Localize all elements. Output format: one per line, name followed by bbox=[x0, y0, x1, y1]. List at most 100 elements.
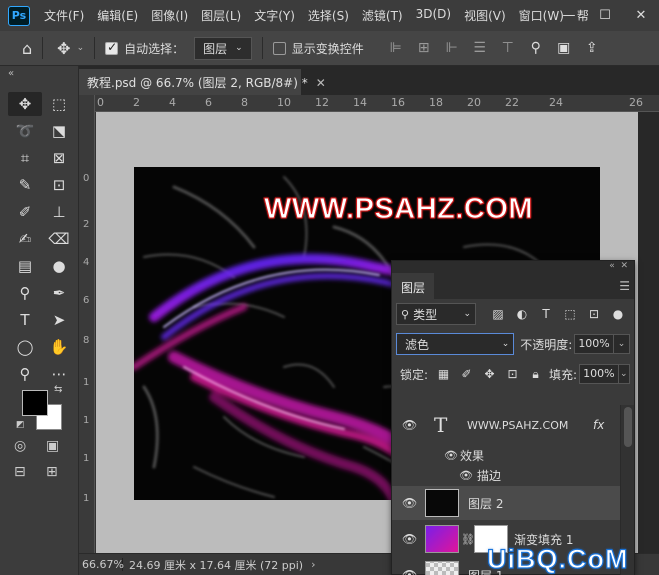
brush-tool-icon[interactable]: ✐ bbox=[8, 200, 42, 224]
adjustment-filter-icon[interactable]: ◐ bbox=[510, 307, 534, 321]
layer-row-selected[interactable]: 👁︎ 图层 2 bbox=[392, 486, 622, 520]
crop-tool-icon[interactable]: ⌗ bbox=[8, 146, 42, 170]
menu-edit[interactable]: 编辑(E) bbox=[97, 7, 138, 24]
visibility-eye-icon[interactable]: 👁︎ bbox=[402, 418, 417, 432]
menu-file[interactable]: 文件(F) bbox=[44, 7, 84, 24]
ruler-tick: 20 bbox=[467, 96, 481, 109]
menu-select[interactable]: 选择(S) bbox=[308, 7, 349, 24]
chevron-down-icon[interactable]: ⌄ bbox=[77, 43, 85, 53]
history-brush-icon[interactable]: ✍ bbox=[8, 227, 42, 251]
type-tool-icon[interactable]: T bbox=[8, 308, 42, 332]
pen-tool-icon[interactable]: ✒ bbox=[42, 281, 76, 305]
panel-menu-icon[interactable]: ☰ bbox=[619, 279, 630, 293]
object-select-tool-icon[interactable]: ⬔ bbox=[42, 119, 76, 143]
lasso-tool-icon[interactable]: ➰ bbox=[8, 119, 42, 143]
show-transform-checkbox[interactable] bbox=[272, 41, 286, 55]
visibility-eye-icon[interactable]: 👁︎ bbox=[444, 449, 458, 462]
zoom-level[interactable]: 66.67% bbox=[79, 558, 124, 571]
swap-colors-icon[interactable]: ⇆ bbox=[54, 384, 62, 395]
blur-tool-icon[interactable]: ● bbox=[42, 254, 76, 278]
default-colors-icon[interactable]: ◩ bbox=[16, 420, 25, 430]
document-tab[interactable]: 教程.psd @ 66.7% (图层 2, RGB/8#) * ✕ bbox=[79, 69, 326, 95]
maximize-button[interactable]: ☐ bbox=[587, 8, 623, 23]
eraser-tool-icon[interactable]: ⌫ bbox=[42, 227, 76, 251]
vertical-ruler[interactable]: 0 2 4 6 8 1 1 1 1 bbox=[79, 95, 95, 553]
patch-tool-icon[interactable]: ⊡ bbox=[42, 173, 76, 197]
lock-transparency-icon[interactable]: ▦ bbox=[432, 367, 455, 382]
filter-toggle-icon[interactable]: ● bbox=[606, 307, 630, 321]
layer-effects-row[interactable]: 👁︎ 效果 bbox=[392, 445, 622, 465]
visibility-eye-icon[interactable]: 👁︎ bbox=[402, 532, 417, 546]
move-tool-icon[interactable]: ✥ bbox=[8, 92, 42, 116]
blend-mode-select[interactable]: 滤色 ⌄ bbox=[396, 333, 515, 355]
share-icon[interactable]: ⇪ bbox=[578, 40, 606, 56]
lock-all-icon[interactable]: 🔒︎ bbox=[524, 367, 547, 382]
chevron-down-icon[interactable]: ⌄ bbox=[618, 364, 630, 384]
scrollbar-thumb[interactable] bbox=[624, 407, 632, 447]
minimize-button[interactable]: — bbox=[551, 8, 587, 23]
hand-tool-icon[interactable]: ✋ bbox=[42, 335, 76, 359]
menu-3d[interactable]: 3D(D) bbox=[416, 7, 451, 24]
menu-filter[interactable]: 滤镜(T) bbox=[362, 7, 403, 24]
quick-mask-icon[interactable]: ◎ bbox=[14, 438, 26, 454]
stamp-tool-icon[interactable]: ⊥ bbox=[42, 200, 76, 224]
lock-pixels-icon[interactable]: ✐ bbox=[455, 367, 478, 382]
search-icon[interactable]: ⚲ bbox=[522, 40, 550, 56]
status-arrow-icon[interactable]: › bbox=[311, 558, 315, 571]
menu-layer[interactable]: 图层(L) bbox=[201, 7, 241, 24]
visibility-eye-icon[interactable]: 👁︎ bbox=[402, 568, 417, 575]
ellipse-tool-icon[interactable]: ◯ bbox=[8, 335, 42, 359]
layer-effect-stroke-row[interactable]: 👁︎ 描边 bbox=[392, 465, 622, 485]
document-tab-bar: 教程.psd @ 66.7% (图层 2, RGB/8#) * ✕ bbox=[79, 66, 659, 95]
fx-icon[interactable]: fx bbox=[593, 418, 604, 432]
horizontal-ruler[interactable]: 0 2 4 6 8 10 12 14 16 18 20 22 24 26 bbox=[95, 95, 659, 112]
align-top-icon[interactable]: ⊤ bbox=[494, 40, 522, 56]
layer-kind-filter[interactable]: ⚲ 类型 ⌄ bbox=[396, 303, 476, 325]
align-center-icon[interactable]: ⊞ bbox=[410, 40, 438, 56]
align-left-icon[interactable]: ⊫ bbox=[382, 40, 410, 56]
chevron-down-icon[interactable]: ⌄ bbox=[614, 334, 630, 354]
opacity-input[interactable]: 100% bbox=[574, 334, 615, 354]
distribute-icon[interactable]: ☰ bbox=[466, 40, 494, 56]
lock-position-icon[interactable]: ✥ bbox=[478, 367, 501, 382]
close-tab-icon[interactable]: ✕ bbox=[316, 76, 326, 90]
edit-toolbar-icon[interactable]: ⊟ bbox=[14, 464, 26, 480]
tools-panel: « ✥ ⬚ ➰ ⬔ ⌗ ⊠ ✎ ⊡ ✐ ⊥ ✍ ⌫ ▤ ● ⚲ ✒ T ➤ ◯ … bbox=[0, 66, 79, 575]
more-tools-icon[interactable]: ⋯ bbox=[42, 362, 76, 386]
auto-select-dropdown[interactable]: 图层 ⌄ bbox=[194, 36, 252, 60]
photoshop-logo: Ps bbox=[8, 5, 30, 26]
tab-layers[interactable]: 图层 bbox=[392, 273, 434, 299]
menu-type[interactable]: 文字(Y) bbox=[254, 7, 295, 24]
lock-artboard-icon[interactable]: ⊡ bbox=[501, 367, 524, 382]
zoom-tool-icon[interactable]: ⚲ bbox=[8, 362, 42, 386]
auto-select-checkbox[interactable] bbox=[105, 40, 119, 55]
link-icon[interactable]: ⛓︎ bbox=[461, 533, 475, 546]
marquee-tool-icon[interactable]: ⬚ bbox=[42, 92, 76, 116]
layer-row-text[interactable]: 👁︎ T WWW.PSAHZ.COM fx bbox=[392, 405, 622, 445]
eyedropper-tool-icon[interactable]: ✎ bbox=[8, 173, 42, 197]
type-filter-icon[interactable]: T bbox=[534, 307, 558, 321]
smart-object-filter-icon[interactable]: ⊡ bbox=[582, 307, 606, 321]
align-right-icon[interactable]: ⊩ bbox=[438, 40, 466, 56]
fill-input[interactable]: 100% bbox=[579, 364, 619, 384]
path-select-tool-icon[interactable]: ➤ bbox=[42, 308, 76, 332]
frame-tool-icon[interactable]: ⊠ bbox=[42, 146, 76, 170]
shape-filter-icon[interactable]: ⬚ bbox=[558, 307, 582, 321]
menu-view[interactable]: 视图(V) bbox=[464, 7, 506, 24]
visibility-eye-icon[interactable]: 👁︎ bbox=[459, 469, 473, 482]
close-button[interactable]: ✕ bbox=[623, 8, 659, 23]
gradient-tool-icon[interactable]: ▤ bbox=[8, 254, 42, 278]
workspace-icon[interactable]: ▣ bbox=[550, 40, 578, 56]
visibility-eye-icon[interactable]: 👁︎ bbox=[402, 496, 417, 510]
panel-collapse-bar[interactable]: « ✕ bbox=[392, 261, 634, 273]
artboard-icon[interactable]: ⊞ bbox=[46, 464, 58, 480]
dodge-tool-icon[interactable]: ⚲ bbox=[8, 281, 42, 305]
foreground-color-swatch[interactable] bbox=[22, 390, 48, 416]
screen-mode-icon[interactable]: ▣ bbox=[46, 438, 59, 454]
auto-select-label: 自动选择： bbox=[124, 41, 185, 56]
move-tool-icon[interactable]: ✥ bbox=[57, 39, 70, 58]
home-icon[interactable]: ⌂ bbox=[22, 39, 32, 58]
pixel-filter-icon[interactable]: ▨ bbox=[486, 307, 510, 321]
menu-image[interactable]: 图像(I) bbox=[151, 7, 188, 24]
collapse-icon[interactable]: « bbox=[0, 66, 78, 80]
